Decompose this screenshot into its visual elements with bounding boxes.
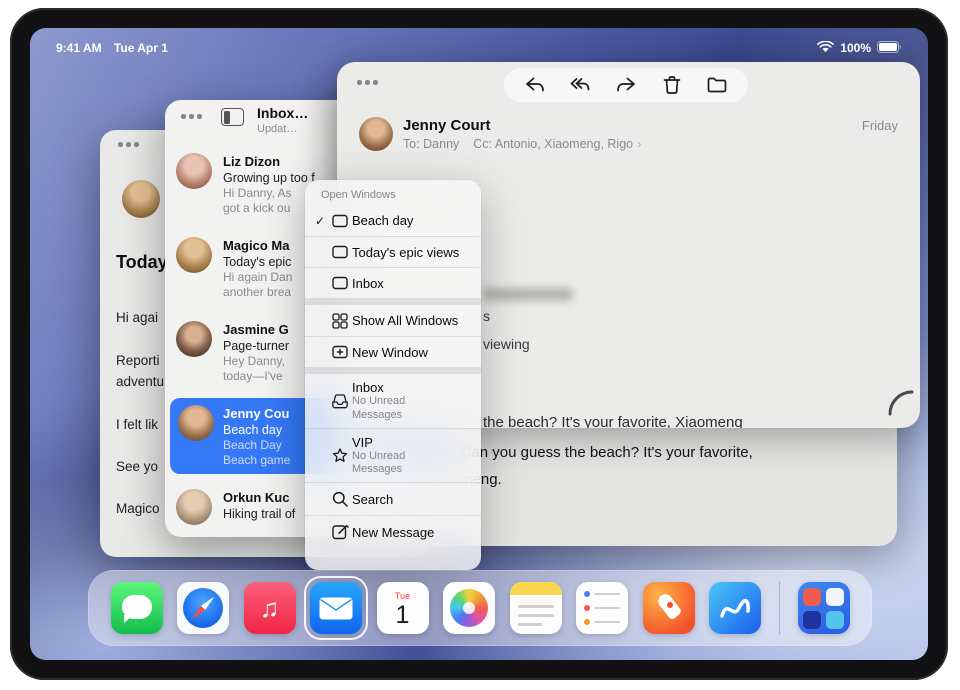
music-icon: ♫ [244,582,296,634]
star-icon [330,446,352,466]
grid-icon [330,311,352,331]
checkmark-icon: ✓ [315,214,330,228]
reply-all-button[interactable] [562,70,598,100]
safari-icon [177,582,229,634]
dock-app-messages[interactable] [111,582,163,634]
to-field: To: Danny [403,137,459,151]
message-sender: Jenny Court [403,117,491,134]
message-date: Friday [862,118,898,133]
menu-separator [305,298,481,305]
message-body-line: Magico [116,501,160,516]
sender-avatar [359,117,393,151]
app-library-icon [798,582,850,634]
notes-icon [510,582,562,634]
message-toolbar [503,67,749,103]
window-controls-icon[interactable] [357,80,378,85]
menu-item-inbox-mailbox[interactable]: Inbox No Unread Messages [305,374,481,428]
message-body-line: I felt lik [116,417,158,432]
blurred-text [483,288,573,301]
ipad-device: 9:41 AM Tue Apr 1 100% Today… Hi agai Re… [10,8,948,680]
battery-percent: 100% [840,41,871,55]
messages-icon [111,582,163,634]
menu-item-beach-day[interactable]: ✓ Beach day [305,205,481,236]
menu-item-new-window[interactable]: New Window [305,336,481,367]
rocket-icon [643,582,695,634]
status-bar: 9:41 AM Tue Apr 1 100% [30,28,928,58]
dock-app-rocket[interactable] [643,582,695,634]
message-body-line: Hi agai [116,310,158,325]
cc-field: Cc: Antonio, Xiaomeng, Rigo [473,137,633,151]
chevron-right-icon: › [637,137,641,151]
window-controls-icon[interactable] [118,142,139,147]
window-controls-icon[interactable] [181,114,202,119]
message-body-line: See yo [116,459,158,474]
trash-button[interactable] [654,70,690,100]
mail-icon [310,582,362,634]
menu-separator [305,367,481,374]
reminders-icon [576,582,628,634]
resize-handle-icon[interactable] [887,389,915,422]
squiggle-icon [709,582,761,634]
dock-app-safari[interactable] [177,582,229,634]
reply-button[interactable] [517,70,553,100]
menu-item-todays-epic-views[interactable]: Today's epic views [305,236,481,267]
menu-header: Open Windows [305,180,481,205]
menu-item-inbox-window[interactable]: Inbox [305,267,481,298]
dock-separator [779,581,781,635]
avatar [176,489,212,525]
avatar [176,237,212,273]
wifi-icon [817,41,834,56]
sender-avatar [122,180,160,218]
avatar [176,321,212,357]
open-windows-menu: Open Windows ✓ Beach day Today's epic vi… [305,180,481,570]
dock-app-mail[interactable] [310,582,362,634]
avatar [176,153,212,189]
plus-window-icon [330,342,352,362]
calendar-icon: Tue 1 [377,582,429,634]
status-date: Tue Apr 1 [114,41,168,55]
message-body-line: Reporti [116,353,160,368]
mailbox-title: Inbox… [257,105,308,121]
dock-app-photos[interactable] [443,582,495,634]
message-recipients[interactable]: To: Danny Cc: Antonio, Xiaomeng, Rigo › [403,137,641,151]
menu-item-show-all-windows[interactable]: Show All Windows [305,305,481,336]
mailbox-subtitle: Updat… [257,123,297,135]
dock-app-library[interactable] [798,582,850,634]
menu-item-vip-mailbox[interactable]: VIP No Unread Messages [305,428,481,482]
dock-app-draw[interactable] [709,582,761,634]
dock-app-notes[interactable] [510,582,562,634]
search-icon [330,489,352,509]
window-icon [330,211,352,231]
forward-button[interactable] [608,70,644,100]
body-fragment: the beach? It's your favorite, Xiaomeng [483,414,743,428]
body-fragment: viewing [483,336,530,352]
message-body-line: adventu [116,374,164,389]
inbox-tray-icon [330,391,352,411]
body-fragment: s [483,308,490,324]
sidebar-toggle-icon[interactable] [221,108,244,126]
photos-icon [443,582,495,634]
dock-app-calendar[interactable]: Tue 1 [377,582,429,634]
compose-icon [330,522,352,542]
window-icon [330,273,352,293]
screen: 9:41 AM Tue Apr 1 100% Today… Hi agai Re… [30,28,928,660]
avatar [178,405,214,441]
menu-item-new-message[interactable]: New Message [305,515,481,548]
dock: ♫ Tue 1 [88,570,872,646]
folder-button[interactable] [699,70,735,100]
battery-icon [877,41,902,56]
window-icon [330,242,352,262]
dock-app-reminders[interactable] [576,582,628,634]
status-time: 9:41 AM [56,41,102,55]
menu-item-search[interactable]: Search [305,482,481,515]
dock-app-music[interactable]: ♫ [244,582,296,634]
